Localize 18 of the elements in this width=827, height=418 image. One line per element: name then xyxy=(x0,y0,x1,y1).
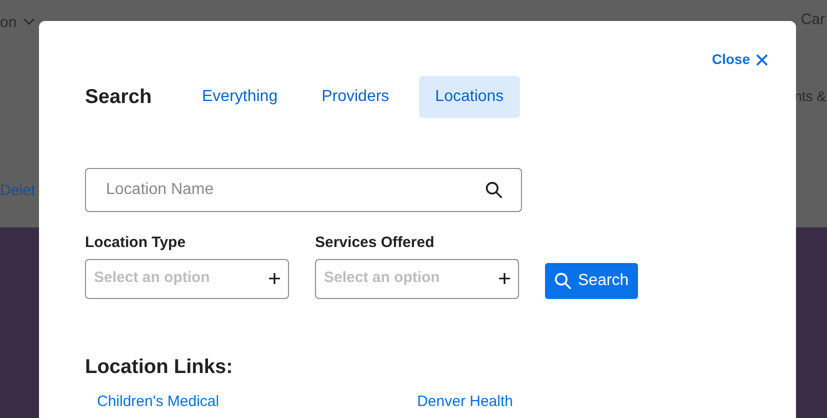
location-link[interactable]: Children's Medical xyxy=(97,390,220,413)
modal-title: Search xyxy=(85,85,153,109)
location-link[interactable]: Denver Health xyxy=(417,390,513,413)
search-icon xyxy=(554,272,572,290)
search-icon xyxy=(485,181,503,199)
chevron-icon xyxy=(22,18,35,26)
search-tab[interactable]: Everything xyxy=(186,76,294,118)
close-icon xyxy=(756,54,768,66)
field-label: Services Offered xyxy=(315,233,436,253)
field-label: Location Type xyxy=(85,233,187,253)
search-field[interactable]: Location Name xyxy=(85,168,522,212)
plus-icon xyxy=(499,273,510,284)
plus-icon xyxy=(269,273,280,284)
search-tab[interactable]: Locations xyxy=(419,76,520,118)
close-button[interactable]: Close xyxy=(712,49,768,70)
search-button[interactable]: Search xyxy=(545,262,638,298)
section-heading: Location Links: xyxy=(85,354,234,378)
search-tab[interactable]: Providers xyxy=(306,76,406,118)
